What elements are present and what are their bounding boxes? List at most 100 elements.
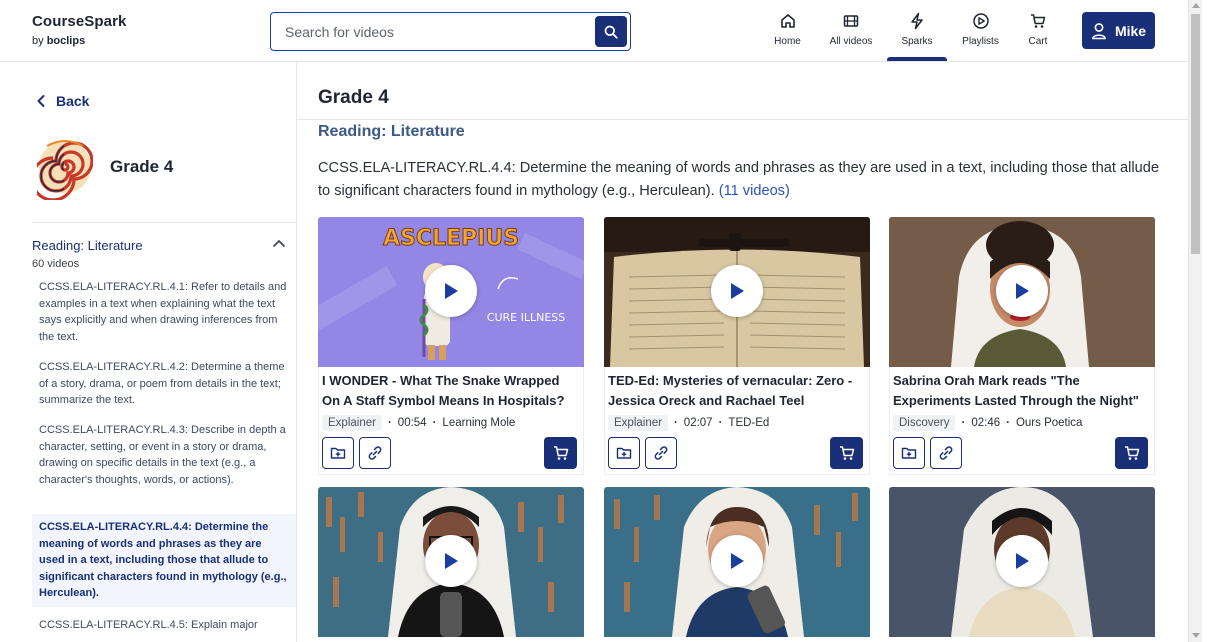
- grade-name: Grade 4: [110, 157, 174, 176]
- video-meta: Discovery · 02:46 · Ours Poetica: [893, 415, 1151, 431]
- play-icon: [445, 283, 458, 299]
- play-button[interactable]: [711, 265, 763, 317]
- add-to-playlist-button[interactable]: [608, 437, 640, 469]
- lightning-icon: [911, 12, 923, 30]
- video-card[interactable]: TED-Ed: Mysteries of vernacular: Zero - …: [604, 217, 870, 475]
- play-button[interactable]: [996, 265, 1048, 317]
- video-card[interactable]: [889, 487, 1155, 642]
- play-button[interactable]: [425, 265, 477, 317]
- video-card-body: TED-Ed: Mysteries of vernacular: Zero - …: [604, 367, 870, 475]
- separator-dot: ·: [432, 417, 437, 429]
- video-actions: [608, 437, 866, 470]
- standard-item-rl-4-3[interactable]: CCSS.ELA-LITERACY.RL.4.3: Describe in de…: [32, 422, 296, 488]
- logo-subtitle: by boclips: [32, 35, 126, 47]
- play-button[interactable]: [425, 535, 477, 587]
- coursespark-logo[interactable]: CourseSpark by boclips: [32, 13, 126, 47]
- video-meta: Explainer · 00:54 · Learning Mole: [322, 415, 580, 431]
- folder-add-icon: [616, 447, 632, 459]
- scroll-up-arrow[interactable]: [1192, 3, 1200, 8]
- copy-link-button[interactable]: [930, 437, 962, 469]
- nav-all-videos-label: All videos: [829, 36, 873, 47]
- nav-playlists-label: Playlists: [962, 36, 999, 47]
- standard-item-rl-4-5[interactable]: CCSS.ELA-LITERACY.RL.4.5: Explain major: [32, 617, 296, 634]
- film-icon: [843, 15, 859, 27]
- home-icon: [780, 14, 795, 28]
- video-title[interactable]: I WONDER - What The Snake Wrapped On A S…: [322, 371, 580, 411]
- folder-add-icon: [901, 447, 917, 459]
- nav-cart[interactable]: Cart: [1023, 12, 1053, 60]
- video-thumbnail[interactable]: [889, 487, 1155, 637]
- standard-item-rl-4-4[interactable]: CCSS.ELA-LITERACY.RL.4.4: Determine the …: [32, 514, 296, 607]
- video-channel: Ours Poetica: [1015, 417, 1083, 429]
- thumb-caption-text: CURE ILLNESS: [487, 311, 565, 324]
- video-title[interactable]: TED-Ed: Mysteries of vernacular: Zero - …: [608, 371, 866, 411]
- playlist-play-icon: [972, 13, 989, 29]
- add-to-cart-button[interactable]: [1115, 437, 1148, 469]
- search-input[interactable]: [271, 13, 593, 50]
- scrollbar-thumb[interactable]: [1191, 14, 1200, 254]
- back-link[interactable]: Back: [36, 93, 89, 109]
- video-type-badge: Discovery: [893, 415, 956, 431]
- link-icon: [939, 446, 953, 460]
- video-type-badge: Explainer: [322, 415, 382, 431]
- nav-all-videos[interactable]: All videos: [826, 12, 876, 60]
- play-icon: [445, 553, 458, 569]
- copy-link-button[interactable]: [359, 437, 391, 469]
- standard-item-rl-4-1[interactable]: CCSS.ELA-LITERACY.RL.4.1: Refer to detai…: [32, 279, 296, 345]
- add-to-playlist-button[interactable]: [322, 437, 354, 469]
- video-channel: Learning Mole: [442, 417, 516, 429]
- scroll-down-arrow[interactable]: [1192, 633, 1200, 638]
- chevron-left-icon: [37, 95, 45, 107]
- video-count-link[interactable]: (11 videos): [719, 183, 790, 199]
- video-type-badge: Explainer: [608, 415, 668, 431]
- play-icon: [1016, 283, 1029, 299]
- video-thumbnail[interactable]: [318, 487, 584, 637]
- link-icon: [654, 446, 668, 460]
- user-menu-button[interactable]: Mike: [1082, 12, 1155, 49]
- standard-item-rl-4-2[interactable]: CCSS.ELA-LITERACY.RL.4.2: Determine a th…: [32, 359, 296, 409]
- top-header: CourseSpark by boclips Home All videos S…: [0, 0, 1188, 62]
- video-duration: 02:07: [683, 417, 713, 429]
- cart-icon: [553, 446, 568, 460]
- search-button[interactable]: [595, 16, 627, 47]
- video-thumbnail[interactable]: [889, 217, 1155, 367]
- play-button[interactable]: [711, 535, 763, 587]
- add-to-cart-button[interactable]: [830, 437, 863, 469]
- search-icon: [604, 25, 618, 39]
- video-duration: 02:46: [971, 417, 1001, 429]
- video-actions: [322, 437, 580, 470]
- page-scrollbar[interactable]: [1188, 0, 1202, 642]
- video-title[interactable]: Sabrina Orah Mark reads "The Experiments…: [893, 371, 1151, 411]
- video-thumbnail[interactable]: ASCLEPIUS CURE ILLNESS: [318, 217, 584, 367]
- video-card-body: Sabrina Orah Mark reads "The Experiments…: [889, 367, 1155, 475]
- nav-sparks[interactable]: Sparks: [887, 12, 947, 61]
- copy-link-button[interactable]: [645, 437, 677, 469]
- nav-playlists[interactable]: Playlists: [958, 12, 1003, 60]
- video-thumbnail[interactable]: [604, 487, 870, 637]
- nav-sparks-label: Sparks: [901, 36, 933, 47]
- link-icon: [368, 446, 382, 460]
- back-label: Back: [56, 93, 90, 109]
- separator-dot: ·: [718, 417, 723, 429]
- logo-title: CourseSpark: [32, 13, 127, 30]
- video-card[interactable]: [318, 487, 584, 642]
- add-to-cart-button[interactable]: [544, 437, 577, 469]
- chevron-up-icon[interactable]: [272, 238, 286, 248]
- video-thumbnail[interactable]: [604, 217, 870, 367]
- play-button[interactable]: [996, 535, 1048, 587]
- video-card[interactable]: [604, 487, 870, 642]
- nav-home[interactable]: Home: [770, 12, 805, 60]
- video-card[interactable]: Sabrina Orah Mark reads "The Experiments…: [889, 217, 1155, 475]
- folder-add-icon: [330, 447, 346, 459]
- play-icon: [731, 283, 744, 299]
- standard-description: CCSS.ELA-LITERACY.RL.4.4: Determine the …: [318, 157, 1168, 202]
- add-to-playlist-button[interactable]: [893, 437, 925, 469]
- play-icon: [731, 553, 744, 569]
- video-meta: Explainer · 02:07 · TED-Ed: [608, 415, 866, 431]
- video-card[interactable]: ASCLEPIUS CURE ILLNESS I WONDER - What T…: [318, 217, 584, 475]
- logo-brand: boclips: [46, 35, 86, 47]
- section-title[interactable]: Reading: Literature: [32, 238, 143, 253]
- separator-dot: ·: [961, 417, 966, 429]
- grade-spiral-logo: [37, 140, 93, 200]
- play-icon: [1016, 553, 1029, 569]
